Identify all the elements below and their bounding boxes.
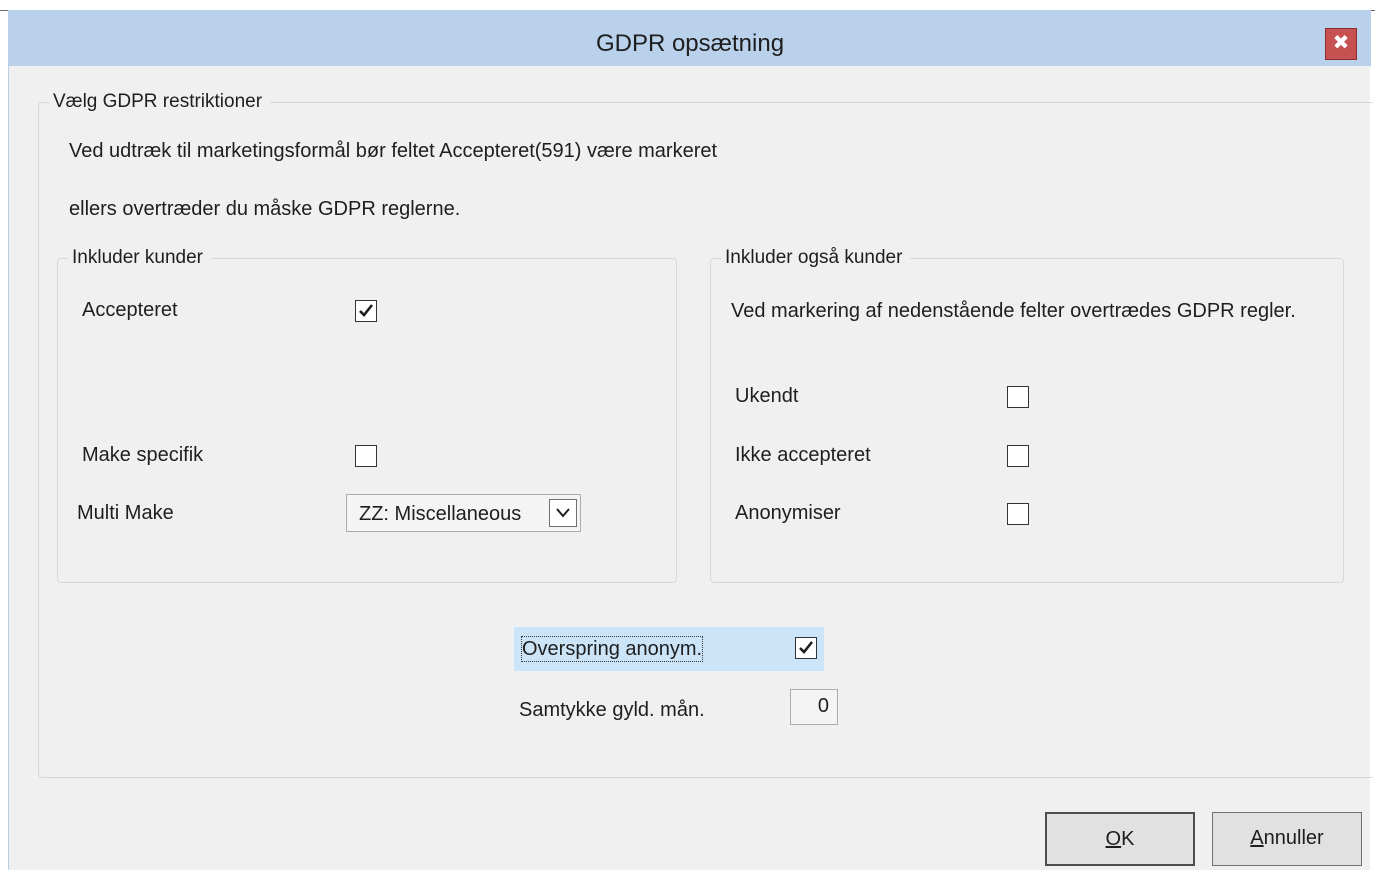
not-accepted-label: Ikke accepteret: [735, 444, 871, 466]
ok-button[interactable]: OK: [1045, 812, 1195, 866]
cancel-button-label: Annuller: [1250, 827, 1324, 849]
consent-months-input[interactable]: 0: [790, 689, 838, 725]
gdpr-dialog: GDPR opsætning ✖ Vælg GDPR restriktioner…: [8, 10, 1373, 870]
anonymize-label: Anonymiser: [735, 502, 841, 524]
title-bar[interactable]: GDPR opsætning ✖: [9, 10, 1371, 66]
multi-make-dropdown-button[interactable]: [549, 499, 577, 527]
skip-anonymous-row[interactable]: Overspring anonym.: [514, 627, 824, 671]
skip-anonymous-checkbox[interactable]: [795, 637, 817, 659]
multi-make-label: Multi Make: [77, 502, 174, 524]
accepted-label: Accepteret: [82, 299, 178, 321]
ok-button-label: OK: [1105, 828, 1135, 850]
chevron-down-icon: [556, 508, 570, 518]
include-also-title: Inkluder også kunder: [721, 246, 911, 270]
gdpr-warning-text: Ved markering af nedenstående felter ove…: [731, 300, 1296, 322]
multi-make-dropdown[interactable]: ZZ: Miscellaneous: [346, 494, 581, 532]
include-customers-title: Inkluder kunder: [68, 246, 211, 270]
include-also-group: Inkluder også kunder Ved markering af ne…: [710, 246, 1344, 583]
anonymize-checkbox[interactable]: [1007, 503, 1029, 525]
info-text-line-1: Ved udtræk til marketingsformål bør felt…: [69, 140, 718, 162]
close-button[interactable]: ✖: [1325, 28, 1357, 60]
skip-anonymous-label: Overspring anonym.: [520, 636, 704, 662]
not-accepted-checkbox[interactable]: [1007, 445, 1029, 467]
make-specific-label: Make specifik: [82, 444, 204, 466]
close-icon: ✖: [1332, 32, 1350, 54]
info-text-line-2: ellers overtræder du måske GDPR reglerne…: [69, 198, 461, 220]
include-customers-group: Inkluder kunder Accepteret Make specifik…: [57, 246, 677, 583]
unknown-label: Ukendt: [735, 385, 799, 407]
checkmark-icon: [359, 304, 374, 317]
consent-months-label: Samtykke gyld. mån.: [519, 699, 705, 721]
checkmark-icon: [799, 641, 814, 654]
unknown-checkbox[interactable]: [1007, 386, 1029, 408]
restrictions-group: Vælg GDPR restriktioner Ved udtræk til m…: [38, 90, 1373, 778]
multi-make-value: ZZ: Miscellaneous: [359, 503, 522, 525]
window-title: GDPR opsætning: [595, 30, 785, 57]
accepted-checkbox[interactable]: [355, 300, 377, 322]
cancel-button[interactable]: Annuller: [1212, 812, 1362, 866]
make-specific-checkbox[interactable]: [355, 445, 377, 467]
restrictions-group-title: Vælg GDPR restriktioner: [49, 90, 271, 114]
